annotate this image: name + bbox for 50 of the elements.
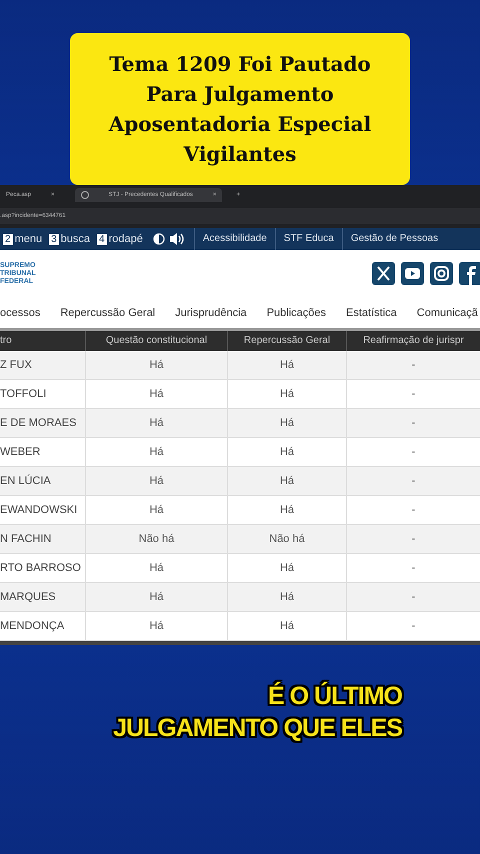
menu-item[interactable]: Estatística: [346, 306, 397, 318]
table-cell: -: [346, 409, 480, 438]
column-header: Questão constitucional: [85, 331, 227, 351]
table-cell: Há: [227, 612, 346, 641]
caption-text: É O ÚLTIMO: [268, 680, 402, 712]
menu-item[interactable]: ocessos: [0, 306, 40, 318]
menu-item[interactable]: Comunicaçã: [416, 306, 478, 318]
menu-item[interactable]: Jurisprudência: [175, 306, 247, 318]
table-cell: Há: [85, 409, 227, 438]
column-header: Repercussão Geral: [227, 331, 346, 351]
table-cell: Há: [85, 467, 227, 496]
camera-icon[interactable]: [430, 262, 453, 285]
column-header: tro: [0, 331, 85, 351]
table-cell: -: [346, 525, 480, 554]
menu-item[interactable]: Publicações: [266, 306, 326, 318]
table-cell: MENDONÇA: [0, 612, 85, 641]
x-icon[interactable]: [372, 262, 395, 285]
table-cell: MARQUES: [0, 583, 85, 612]
table-cell: -: [346, 467, 480, 496]
globe-icon: [80, 191, 89, 199]
headline-text: Vigilantes: [184, 141, 296, 168]
table-cell: Z FUX: [0, 351, 85, 380]
table-cell: Há: [85, 612, 227, 641]
f-icon[interactable]: [459, 262, 480, 285]
table-cell: Há: [227, 583, 346, 612]
table-cell: Há: [85, 351, 227, 380]
headline-text: Aposentadoria Especial: [108, 111, 372, 138]
table-cell: -: [346, 351, 480, 380]
shortcut-link[interactable]: 4 rodapé: [97, 233, 143, 245]
headline-text: Tema 1209 Foi Pautado: [109, 51, 371, 78]
table-cell: Há: [227, 351, 346, 380]
table-cell: -: [346, 612, 480, 641]
speaker-icon: [168, 232, 184, 246]
table-cell: N FACHIN: [0, 525, 85, 554]
table-cell: Há: [85, 583, 227, 612]
menu-item[interactable]: Repercussão Geral: [60, 306, 156, 318]
table-cell: Há: [227, 409, 346, 438]
caption-text: JULGAMENTO QUE ELES: [113, 713, 402, 744]
table-cell: -: [346, 583, 480, 612]
contrast-icon: [152, 233, 165, 245]
play-icon[interactable]: [401, 262, 424, 285]
table-cell: E DE MORAES: [0, 409, 85, 438]
shortcut-link[interactable]: 3 busca: [49, 233, 90, 245]
table-cell: Há: [227, 467, 346, 496]
table-cell: Não há: [227, 525, 346, 554]
table-cell: Não há: [85, 525, 227, 554]
table-cell: EN LÚCIA: [0, 467, 85, 496]
column-header: Reafirmação de jurispr: [346, 331, 480, 351]
shortcut-link[interactable]: 2 menu: [3, 233, 42, 245]
headline-text: Para Julgamento: [146, 81, 334, 108]
